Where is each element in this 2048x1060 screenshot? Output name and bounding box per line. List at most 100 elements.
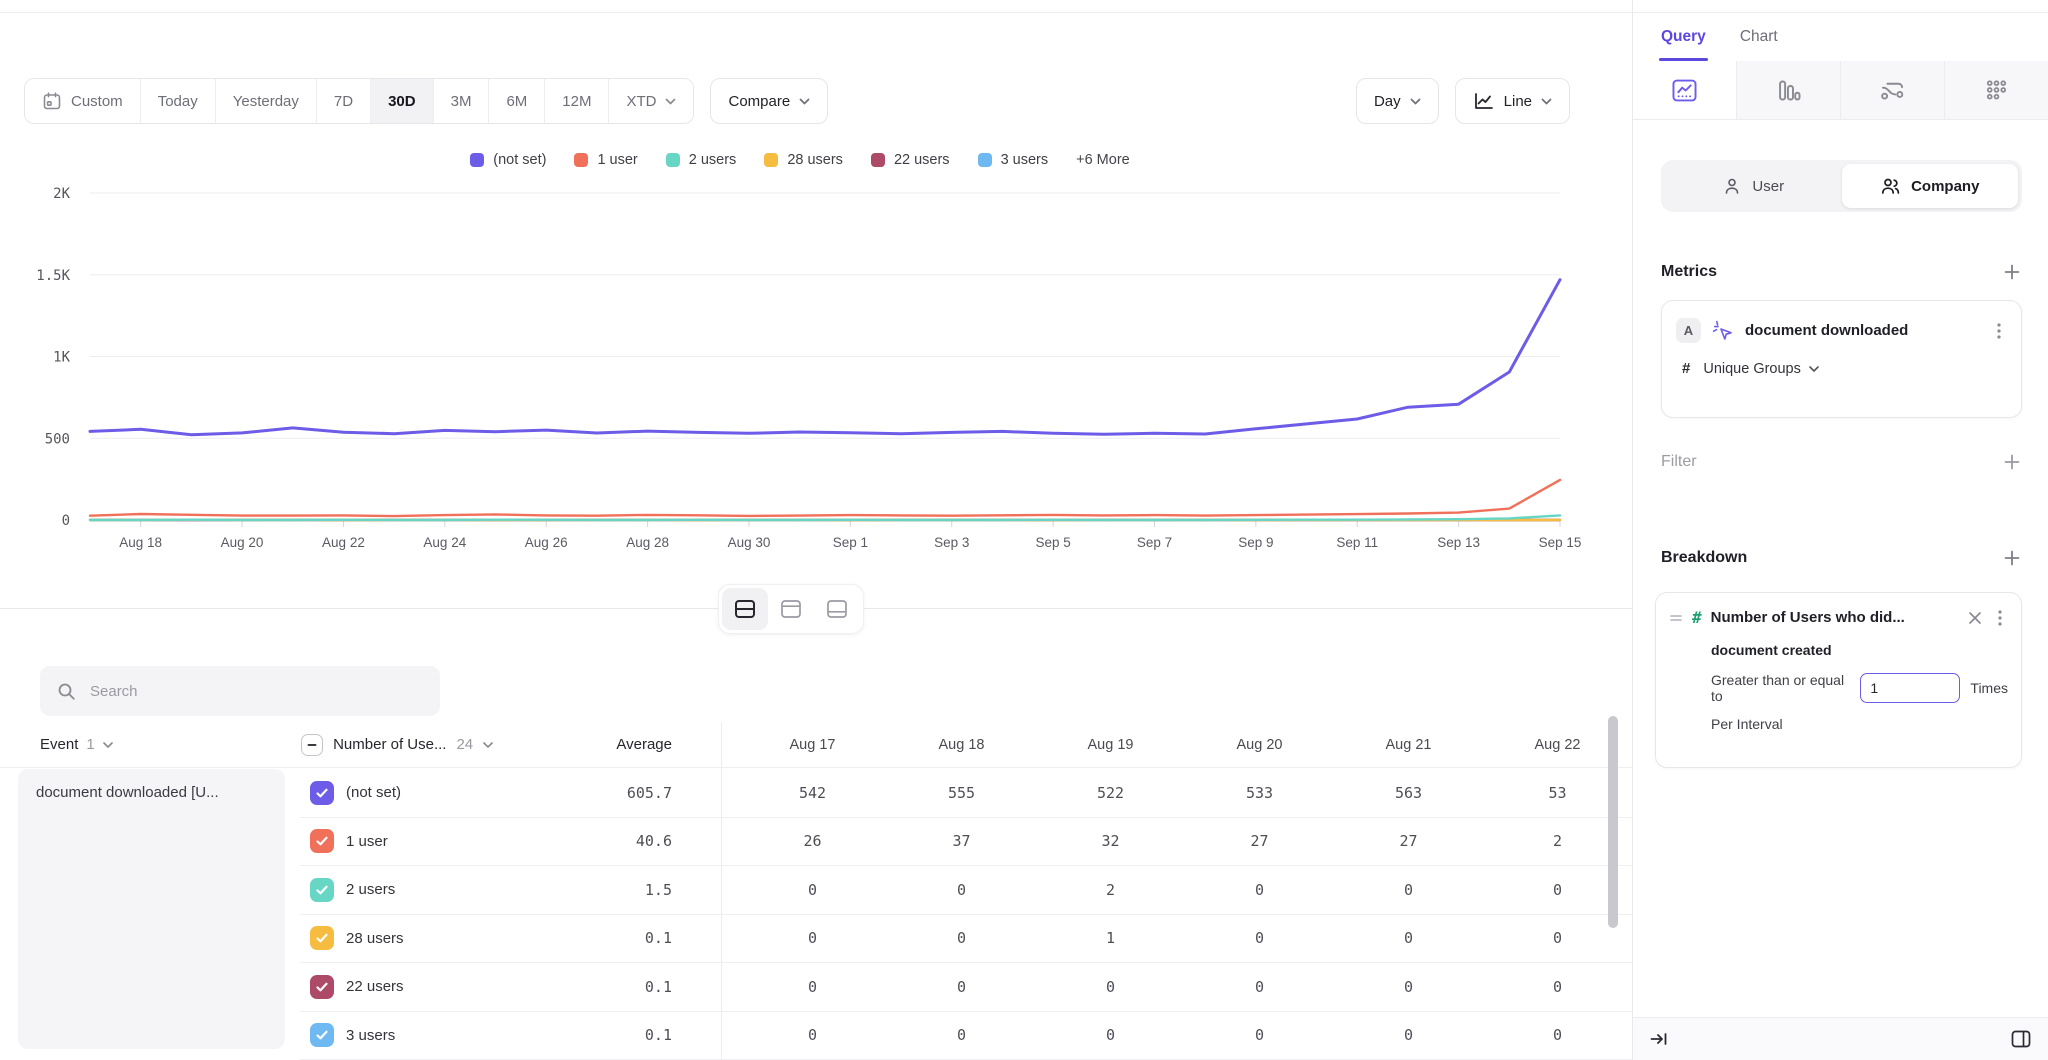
date-value: 0 xyxy=(1036,1026,1185,1044)
checkbox-checked-icon[interactable] xyxy=(310,926,334,950)
event-count: 1 xyxy=(86,736,94,753)
drag-handle-icon[interactable] xyxy=(1669,612,1683,624)
scope-company[interactable]: Company xyxy=(1842,164,2019,208)
kebab-menu-icon[interactable] xyxy=(1992,609,2008,627)
date-values: 002000 xyxy=(698,881,1632,899)
dot-grid-icon xyxy=(1983,77,2010,104)
range-3m-button[interactable]: 3M xyxy=(434,79,490,123)
scope-user[interactable]: User xyxy=(1665,164,1842,208)
event-cell[interactable]: document downloaded [U... xyxy=(18,769,285,1049)
layout-toggle-group xyxy=(718,584,864,634)
interval-dropdown[interactable]: Day xyxy=(1356,78,1439,124)
range-label: Today xyxy=(158,93,198,110)
per-interval-label: Per Interval xyxy=(1711,716,2008,732)
y-axis-label: 500 xyxy=(45,431,70,447)
series-label: 28 users xyxy=(346,930,404,947)
date-value: 0 xyxy=(1185,978,1334,996)
date-column-header: Aug 19 xyxy=(1036,737,1185,753)
range-xtd-button[interactable]: XTD xyxy=(609,79,693,123)
x-axis-label: Sep 7 xyxy=(1137,535,1172,550)
vertical-scrollbar[interactable] xyxy=(1608,716,1618,928)
series-cell[interactable]: (not set)605.7 xyxy=(300,781,698,805)
search-input[interactable] xyxy=(88,682,424,701)
add-metric-button[interactable] xyxy=(2002,262,2022,282)
checkbox-checked-icon[interactable] xyxy=(310,781,334,805)
range-12m-button[interactable]: 12M xyxy=(545,79,609,123)
tab-query[interactable]: Query xyxy=(1661,13,1706,61)
close-icon[interactable] xyxy=(1967,610,1983,626)
range-label: XTD xyxy=(626,93,656,110)
table-row: 3 users0.1000000 xyxy=(300,1012,1632,1060)
range-today-button[interactable]: Today xyxy=(141,79,216,123)
range-label: 30D xyxy=(388,93,416,110)
chart-type-bar[interactable] xyxy=(1737,61,1841,119)
split-view-icon xyxy=(733,598,757,620)
chart-type-dropdown[interactable]: Line xyxy=(1455,78,1570,124)
checkbox-checked-icon[interactable] xyxy=(310,878,334,902)
person-icon xyxy=(1722,176,1742,196)
checkbox-checked-icon[interactable] xyxy=(310,975,334,999)
series-cell[interactable]: 1 user40.6 xyxy=(300,829,698,853)
series-cell[interactable]: 3 users0.1 xyxy=(300,1023,698,1047)
add-breakdown-button[interactable] xyxy=(2002,548,2022,568)
chevron-down-icon xyxy=(1809,366,1819,372)
measure-label: Unique Groups xyxy=(1703,361,1801,377)
series-cell[interactable]: 2 users1.5 xyxy=(300,878,698,902)
metrics-section-header: Metrics xyxy=(1661,262,2022,282)
layout-top-button[interactable] xyxy=(768,588,814,630)
range-label: Custom xyxy=(71,93,123,110)
x-axis-label: Sep 13 xyxy=(1437,535,1480,550)
series-header-label: Number of Use... xyxy=(333,736,446,753)
add-filter-button[interactable] xyxy=(2002,452,2022,472)
range-30d-button[interactable]: 30D xyxy=(371,79,434,123)
date-value: 0 xyxy=(1334,1026,1483,1044)
chevron-down-icon[interactable] xyxy=(483,742,493,748)
x-axis-label: Aug 18 xyxy=(119,535,162,550)
date-column-header: Aug 20 xyxy=(1185,737,1334,753)
date-value: 0 xyxy=(1334,881,1483,899)
metric-event-name[interactable]: document downloaded xyxy=(1745,322,1980,339)
range-7d-button[interactable]: 7D xyxy=(317,79,371,123)
date-value: 0 xyxy=(738,881,887,899)
series-cell[interactable]: 28 users0.1 xyxy=(300,926,698,950)
kebab-menu-icon[interactable] xyxy=(1991,322,2007,340)
x-axis-label: Aug 22 xyxy=(322,535,365,550)
condition-label: Greater than or equal to xyxy=(1711,672,1850,704)
breakdown-event-name[interactable]: document created xyxy=(1711,642,2008,658)
query-panel: Query Chart xyxy=(1632,0,2048,1060)
range-yesterday-button[interactable]: Yesterday xyxy=(216,79,317,123)
layout-split-button[interactable] xyxy=(722,588,768,630)
series-cell[interactable]: 22 users 0.1 xyxy=(300,975,698,999)
range-custom-button[interactable]: Custom xyxy=(25,79,141,123)
x-axis-label: Aug 28 xyxy=(626,535,669,550)
table-column-divider xyxy=(721,722,722,1060)
select-all-checkbox[interactable] xyxy=(301,734,323,756)
series-label: 22 users xyxy=(346,978,404,995)
checkbox-checked-icon[interactable] xyxy=(310,1023,334,1047)
layout-bottom-button[interactable] xyxy=(814,588,860,630)
compare-button[interactable]: Compare xyxy=(710,78,828,124)
search-icon xyxy=(56,681,76,701)
metric-badge: A xyxy=(1676,318,1701,343)
collapse-panel-icon[interactable] xyxy=(1649,1030,1669,1048)
date-value: 542 xyxy=(738,784,887,802)
range-6m-button[interactable]: 6M xyxy=(489,79,545,123)
breakdown-property-name[interactable]: Number of Users who did... xyxy=(1711,609,1958,626)
condition-value-input[interactable] xyxy=(1860,673,1960,703)
date-value: 555 xyxy=(887,784,1036,802)
chart-type-matrix[interactable] xyxy=(1945,61,2048,119)
measure-dropdown[interactable]: Unique Groups xyxy=(1703,361,1819,377)
tab-chart[interactable]: Chart xyxy=(1740,13,1778,61)
breakdown-section-header: Breakdown xyxy=(1661,548,2022,568)
event-column-header[interactable]: Event 1 xyxy=(0,736,291,753)
table-row: 28 users0.1001000 xyxy=(300,915,1632,964)
chart-type-line[interactable] xyxy=(1633,61,1737,119)
checkbox-checked-icon[interactable] xyxy=(310,829,334,853)
side-panel-icon[interactable] xyxy=(2010,1029,2032,1049)
average-value: 605.7 xyxy=(627,784,698,802)
date-value: 1 xyxy=(1036,929,1185,947)
average-value: 0.1 xyxy=(645,978,698,996)
chart-type-selector xyxy=(1633,61,2048,120)
chart-type-flow[interactable] xyxy=(1841,61,1945,119)
table-row: 2 users1.5002000 xyxy=(300,866,1632,915)
